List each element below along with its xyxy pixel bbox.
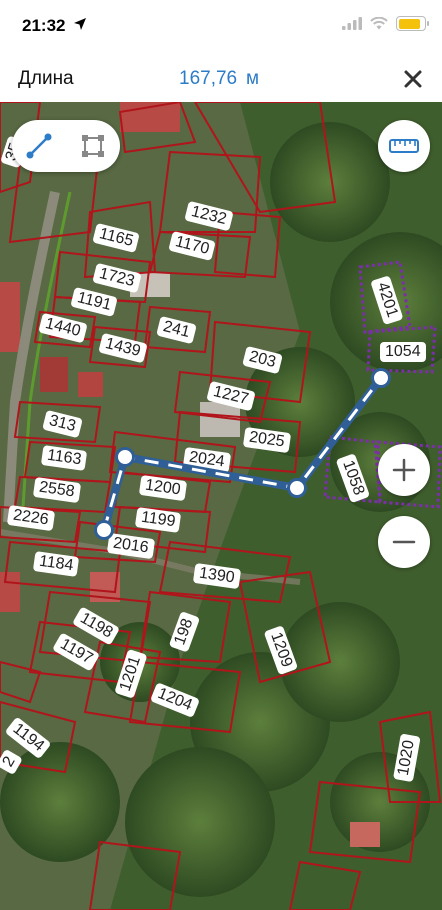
cellular-signal-icon — [342, 17, 362, 30]
polygon-icon — [82, 135, 104, 157]
measure-vertex[interactable] — [114, 446, 136, 468]
measure-value: 167,76 — [179, 68, 238, 89]
measure-header: Длина 167,76 м — [0, 56, 442, 102]
zoom-out-button[interactable] — [378, 516, 430, 568]
measure-unit: м — [246, 68, 260, 89]
location-arrow-icon — [74, 18, 86, 30]
measure-vertex[interactable] — [370, 367, 392, 389]
measure-vertex[interactable] — [93, 519, 115, 541]
status-time: 21:32 — [22, 16, 66, 35]
status-bar: 21:32 — [0, 0, 442, 56]
ruler-icon — [389, 139, 419, 153]
zoom-in-button[interactable] — [378, 444, 430, 496]
plus-icon — [392, 458, 416, 482]
area-mode-button[interactable] — [66, 120, 120, 172]
ruler-button[interactable] — [378, 120, 430, 172]
measure-vertex[interactable] — [286, 477, 308, 499]
close-icon[interactable] — [398, 64, 428, 94]
minus-icon — [392, 540, 416, 544]
measure-mode-switch — [12, 120, 120, 172]
measure-label: Длина — [18, 68, 74, 89]
measure-polyline — [100, 375, 385, 532]
status-indicators — [342, 16, 429, 31]
map-view[interactable]: 1232 1165 1170 1723 1191 1440 1439 241 2… — [0, 102, 442, 910]
battery-icon — [396, 16, 429, 31]
line-mode-button[interactable] — [12, 120, 66, 172]
wifi-icon — [370, 17, 388, 30]
polyline-icon — [26, 133, 52, 159]
